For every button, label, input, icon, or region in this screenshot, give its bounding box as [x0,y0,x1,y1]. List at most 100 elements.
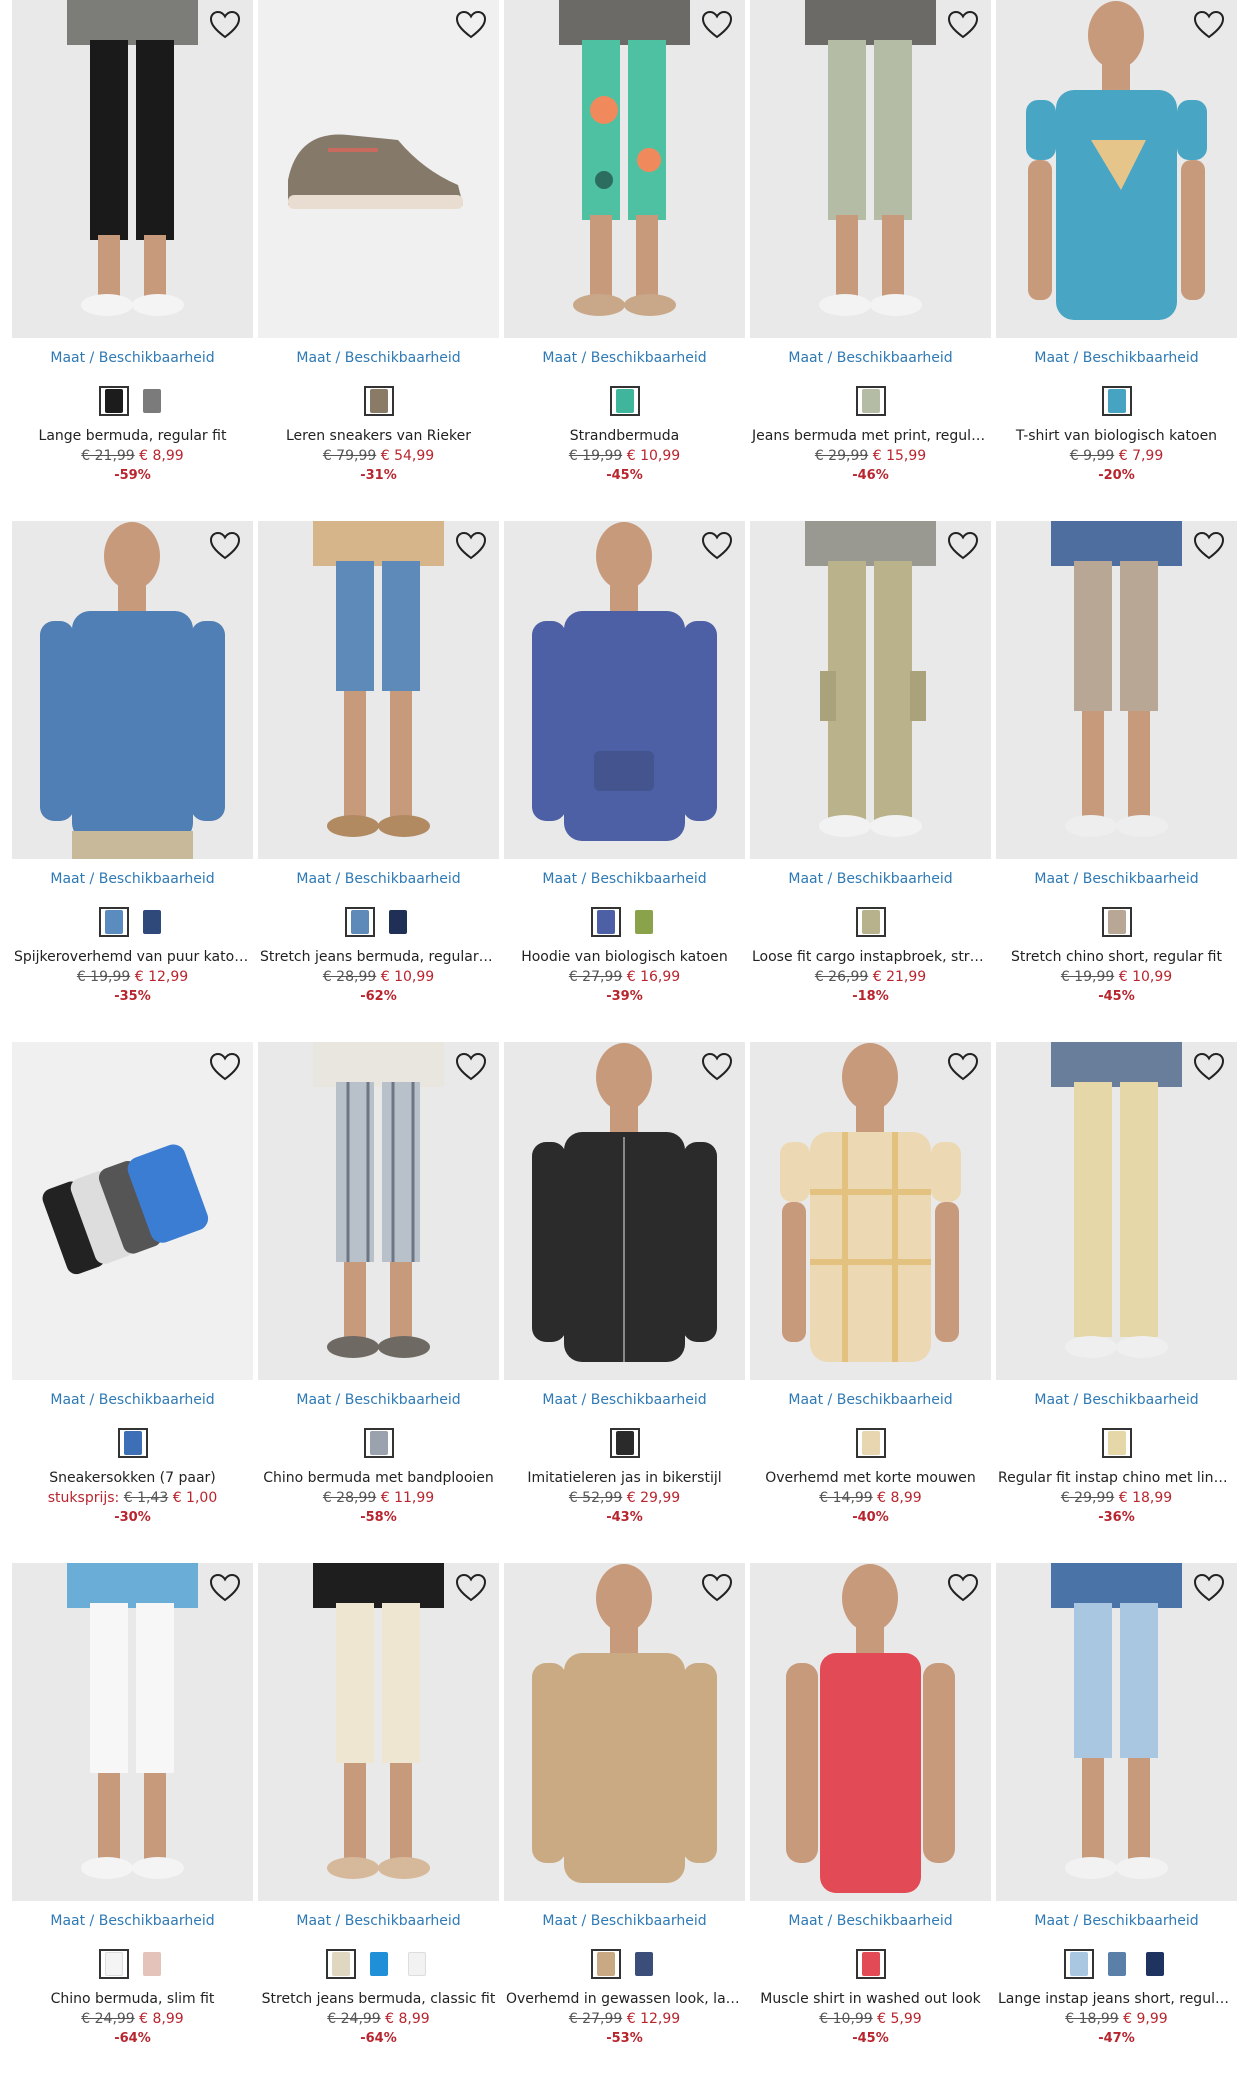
product-image[interactable] [504,0,745,338]
color-swatch[interactable] [1102,1949,1132,1979]
wishlist-heart-icon[interactable] [455,1573,487,1603]
product-name[interactable]: Chino bermuda, slim fit [12,1989,253,2009]
product-card[interactable]: Maat / Beschikbaarheid Lange bermuda, reg… [12,0,253,521]
product-card[interactable]: Maat / Beschikbaarheid Jeans bermuda met … [750,0,991,521]
product-image[interactable] [996,1042,1237,1380]
wishlist-heart-icon[interactable] [701,1052,733,1082]
product-image[interactable] [996,1563,1237,1901]
color-swatch[interactable] [629,1949,659,1979]
size-availability-link[interactable]: Maat / Beschikbaarheid [750,1913,991,1931]
size-availability-link[interactable]: Maat / Beschikbaarheid [12,871,253,889]
product-image[interactable] [996,0,1237,338]
product-name[interactable]: Hoodie van biologisch katoen [504,947,745,967]
color-swatch[interactable] [344,907,375,937]
size-availability-link[interactable]: Maat / Beschikbaarheid [258,350,499,368]
color-swatch[interactable] [609,386,640,416]
product-image[interactable] [12,1563,253,1901]
product-card[interactable]: Maat / Beschikbaarheid Muscle shirt in wa… [750,1563,991,2082]
wishlist-heart-icon[interactable] [455,1052,487,1082]
color-swatch[interactable] [1101,1428,1132,1458]
size-availability-link[interactable]: Maat / Beschikbaarheid [258,1913,499,1931]
wishlist-heart-icon[interactable] [209,531,241,561]
product-card[interactable]: Maat / Beschikbaarheid Overhemd met korte… [750,1042,991,1563]
wishlist-heart-icon[interactable] [1193,1573,1225,1603]
size-availability-link[interactable]: Maat / Beschikbaarheid [504,1913,745,1931]
size-availability-link[interactable]: Maat / Beschikbaarheid [750,1392,991,1410]
size-availability-link[interactable]: Maat / Beschikbaarheid [996,1913,1237,1931]
color-swatch[interactable] [383,907,413,937]
color-swatch[interactable] [855,907,886,937]
size-availability-link[interactable]: Maat / Beschikbaarheid [996,1392,1237,1410]
color-swatch[interactable] [855,1949,886,1979]
product-card[interactable]: Maat / Beschikbaarheid Imitatieleren jas … [504,1042,745,1563]
product-name[interactable]: Regular fit instap chino met linnen, ... [996,1468,1237,1488]
color-swatch[interactable] [98,1949,129,1979]
color-swatch[interactable] [855,386,886,416]
product-name[interactable]: Lange bermuda, regular fit [12,426,253,446]
product-image[interactable] [258,1563,499,1901]
product-name[interactable]: Leren sneakers van Rieker [258,426,499,446]
product-name[interactable]: Stretch jeans bermuda, regular fit [258,947,499,967]
color-swatch[interactable] [629,907,659,937]
color-swatch[interactable] [363,1428,394,1458]
product-name[interactable]: Muscle shirt in washed out look [750,1989,991,2009]
wishlist-heart-icon[interactable] [209,1052,241,1082]
color-swatch[interactable] [590,1949,621,1979]
color-swatch[interactable] [590,907,621,937]
size-availability-link[interactable]: Maat / Beschikbaarheid [258,871,499,889]
product-name[interactable]: Stretch jeans bermuda, classic fit [258,1989,499,2009]
wishlist-heart-icon[interactable] [455,10,487,40]
product-card[interactable]: Maat / Beschikbaarheid Stretch chino shor… [996,521,1237,1042]
product-name[interactable]: Chino bermuda met bandplooien [258,1468,499,1488]
color-swatch[interactable] [137,386,167,416]
product-image[interactable] [12,0,253,338]
product-card[interactable]: Maat / Beschikbaarheid Chino bermuda met … [258,1042,499,1563]
size-availability-link[interactable]: Maat / Beschikbaarheid [504,1392,745,1410]
wishlist-heart-icon[interactable] [701,531,733,561]
wishlist-heart-icon[interactable] [209,10,241,40]
color-swatch[interactable] [98,386,129,416]
product-name[interactable]: Lange instap jeans short, regular fit [996,1989,1237,2009]
size-availability-link[interactable]: Maat / Beschikbaarheid [750,350,991,368]
color-swatch[interactable] [137,1949,167,1979]
wishlist-heart-icon[interactable] [1193,1052,1225,1082]
wishlist-heart-icon[interactable] [701,1573,733,1603]
product-name[interactable]: Jeans bermuda met print, regular fit [750,426,991,446]
product-card[interactable]: Maat / Beschikbaarheid T-shirt van biolog… [996,0,1237,521]
product-card[interactable]: Maat / Beschikbaarheid Strandbermuda € 19,… [504,0,745,521]
product-image[interactable] [258,0,499,338]
color-swatch[interactable] [609,1428,640,1458]
wishlist-heart-icon[interactable] [455,531,487,561]
size-availability-link[interactable]: Maat / Beschikbaarheid [504,350,745,368]
product-card[interactable]: Maat / Beschikbaarheid Loose fit cargo in… [750,521,991,1042]
product-card[interactable]: Maat / Beschikbaarheid Sneakersokken (7 p… [12,1042,253,1563]
product-card[interactable]: Maat / Beschikbaarheid Lange instap jeans… [996,1563,1237,2082]
wishlist-heart-icon[interactable] [947,1573,979,1603]
wishlist-heart-icon[interactable] [1193,531,1225,561]
size-availability-link[interactable]: Maat / Beschikbaarheid [12,350,253,368]
product-image[interactable] [750,0,991,338]
product-card[interactable]: Maat / Beschikbaarheid Spijkeroverhemd va… [12,521,253,1042]
product-name[interactable]: Sneakersokken (7 paar) [12,1468,253,1488]
product-image[interactable] [504,521,745,859]
wishlist-heart-icon[interactable] [947,1052,979,1082]
color-swatch[interactable] [855,1428,886,1458]
product-card[interactable]: Maat / Beschikbaarheid Leren sneakers van… [258,0,499,521]
size-availability-link[interactable]: Maat / Beschikbaarheid [504,871,745,889]
size-availability-link[interactable]: Maat / Beschikbaarheid [996,871,1237,889]
wishlist-heart-icon[interactable] [701,10,733,40]
product-image[interactable] [12,1042,253,1380]
product-name[interactable]: Spijkeroverhemd van puur katoen, ... [12,947,253,967]
color-swatch[interactable] [137,907,167,937]
product-name[interactable]: Loose fit cargo instapbroek, straight [750,947,991,967]
color-swatch[interactable] [117,1428,148,1458]
wishlist-heart-icon[interactable] [209,1573,241,1603]
product-image[interactable] [996,521,1237,859]
product-image[interactable] [750,521,991,859]
product-image[interactable] [504,1563,745,1901]
product-name[interactable]: Overhemd met korte mouwen [750,1468,991,1488]
color-swatch[interactable] [363,386,394,416]
color-swatch[interactable] [98,907,129,937]
color-swatch[interactable] [1063,1949,1094,1979]
color-swatch[interactable] [1101,907,1132,937]
